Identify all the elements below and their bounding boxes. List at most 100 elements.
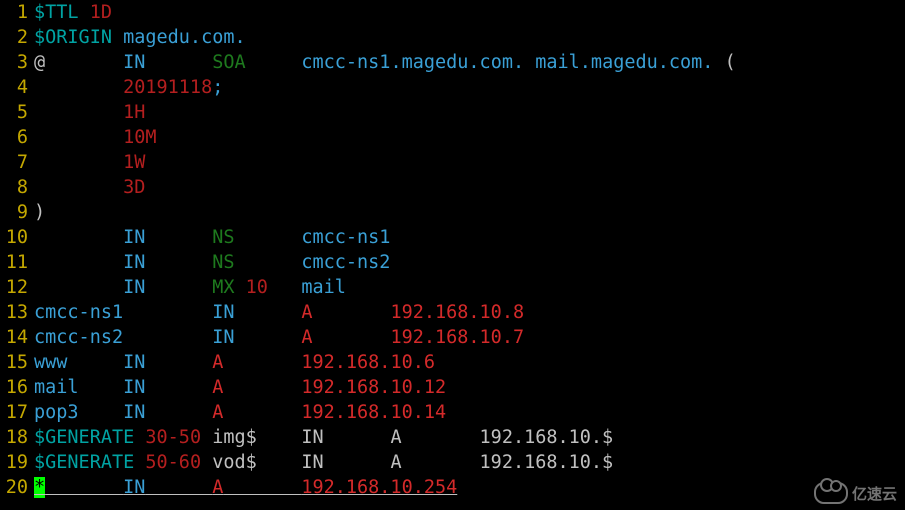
code-line[interactable]: 13cmcc-ns1 IN A 192.168.10.8	[0, 300, 905, 325]
token: A	[212, 352, 223, 373]
line-number: 14	[0, 325, 34, 350]
token	[34, 127, 123, 148]
token	[34, 102, 123, 123]
line-number: 10	[0, 225, 34, 250]
token: cmcc-ns2	[301, 252, 390, 273]
token: mail	[301, 277, 346, 298]
token: IN	[123, 227, 145, 248]
cloud-icon	[814, 482, 848, 504]
code-content[interactable]: 1W	[34, 150, 145, 175]
code-line[interactable]: 12 IN MX 10 mail	[0, 275, 905, 300]
line-number: 6	[0, 125, 34, 150]
token	[34, 227, 123, 248]
code-content[interactable]: $GENERATE 30-50 img$ IN A 192.168.10.$	[34, 425, 613, 450]
line-number: 13	[0, 300, 34, 325]
token: A	[212, 477, 223, 498]
token	[145, 402, 212, 423]
code-line[interactable]: 18$GENERATE 30-50 img$ IN A 192.168.10.$	[0, 425, 905, 450]
token	[145, 52, 212, 73]
token: mail	[34, 377, 79, 398]
code-line[interactable]: 16mail IN A 192.168.10.12	[0, 375, 905, 400]
code-content[interactable]: mail IN A 192.168.10.12	[34, 375, 446, 400]
code-content[interactable]: IN MX 10 mail	[34, 275, 346, 300]
code-content[interactable]: $TTL 1D	[34, 0, 112, 25]
code-content[interactable]: 3D	[34, 175, 145, 200]
token: cmcc-ns1	[34, 302, 123, 323]
token	[79, 2, 90, 23]
code-line[interactable]: 19$GENERATE 50-60 vod$ IN A 192.168.10.$	[0, 450, 905, 475]
line-number: 11	[0, 250, 34, 275]
code-content[interactable]: IN NS cmcc-ns2	[34, 250, 390, 275]
token	[235, 327, 302, 348]
code-content[interactable]: cmcc-ns1 IN A 192.168.10.8	[34, 300, 524, 325]
token: IN	[123, 52, 145, 73]
token: A	[301, 302, 312, 323]
code-content[interactable]: )	[34, 200, 45, 225]
token: 1H	[123, 102, 145, 123]
token: SOA	[212, 52, 245, 73]
code-content[interactable]: IN NS cmcc-ns1	[34, 225, 390, 250]
code-line[interactable]: 5 1H	[0, 100, 905, 125]
token: 1D	[90, 2, 112, 23]
token: vod$ IN A 192.168.10.$	[201, 452, 613, 473]
line-number: 18	[0, 425, 34, 450]
code-content[interactable]: 20191118;	[34, 75, 223, 100]
token: A	[212, 377, 223, 398]
code-content[interactable]: 10M	[34, 125, 157, 150]
token: IN	[123, 252, 145, 273]
code-line[interactable]: 8 3D	[0, 175, 905, 200]
code-content[interactable]: pop3 IN A 192.168.10.14	[34, 400, 446, 425]
token	[34, 177, 123, 198]
code-line[interactable]: 4 20191118;	[0, 75, 905, 100]
token: IN	[123, 477, 145, 498]
code-line[interactable]: 6 10M	[0, 125, 905, 150]
token	[223, 377, 301, 398]
token: NS	[212, 227, 234, 248]
code-line[interactable]: 11 IN NS cmcc-ns2	[0, 250, 905, 275]
token: 3D	[123, 177, 145, 198]
line-number: 8	[0, 175, 34, 200]
code-line[interactable]: 20* IN A 192.168.10.254	[0, 475, 905, 500]
code-line[interactable]: 10 IN NS cmcc-ns1	[0, 225, 905, 250]
token	[134, 452, 145, 473]
code-content[interactable]: @ IN SOA cmcc-ns1.magedu.com. mail.maged…	[34, 50, 736, 75]
code-line[interactable]: 3@ IN SOA cmcc-ns1.magedu.com. mail.mage…	[0, 50, 905, 75]
token: )	[34, 202, 45, 223]
cursor: *	[34, 477, 45, 498]
code-line[interactable]: 2$ORIGIN magedu.com.	[0, 25, 905, 50]
token	[112, 27, 123, 48]
token: IN	[123, 377, 145, 398]
token	[268, 277, 301, 298]
token	[145, 352, 212, 373]
code-line[interactable]: 7 1W	[0, 150, 905, 175]
line-number: 5	[0, 100, 34, 125]
code-content[interactable]: $GENERATE 50-60 vod$ IN A 192.168.10.$	[34, 450, 613, 475]
code-line[interactable]: 9)	[0, 200, 905, 225]
code-line[interactable]: 15www IN A 192.168.10.6	[0, 350, 905, 375]
token	[223, 402, 301, 423]
code-content[interactable]: cmcc-ns2 IN A 192.168.10.7	[34, 325, 524, 350]
token: 192.168.10.254	[301, 477, 457, 498]
code-line[interactable]: 1$TTL 1D	[0, 0, 905, 25]
line-number: 15	[0, 350, 34, 375]
token	[34, 252, 123, 273]
code-content[interactable]: 1H	[34, 100, 145, 125]
token: NS	[212, 252, 234, 273]
token: pop3	[34, 402, 79, 423]
line-number: 12	[0, 275, 34, 300]
token	[79, 402, 124, 423]
code-line[interactable]: 17pop3 IN A 192.168.10.14	[0, 400, 905, 425]
line-number: 9	[0, 200, 34, 225]
token	[145, 227, 212, 248]
token	[67, 352, 123, 373]
token	[34, 152, 123, 173]
token: IN	[212, 327, 234, 348]
code-content[interactable]: $ORIGIN magedu.com.	[34, 25, 246, 50]
code-content[interactable]: www IN A 192.168.10.6	[34, 350, 435, 375]
code-line[interactable]: 14cmcc-ns2 IN A 192.168.10.7	[0, 325, 905, 350]
token: 10	[246, 277, 268, 298]
code-editor[interactable]: 1$TTL 1D2$ORIGIN magedu.com.3@ IN SOA cm…	[0, 0, 905, 500]
line-number: 20	[0, 475, 34, 500]
code-content[interactable]: * IN A 192.168.10.254	[34, 475, 457, 500]
line-number: 16	[0, 375, 34, 400]
